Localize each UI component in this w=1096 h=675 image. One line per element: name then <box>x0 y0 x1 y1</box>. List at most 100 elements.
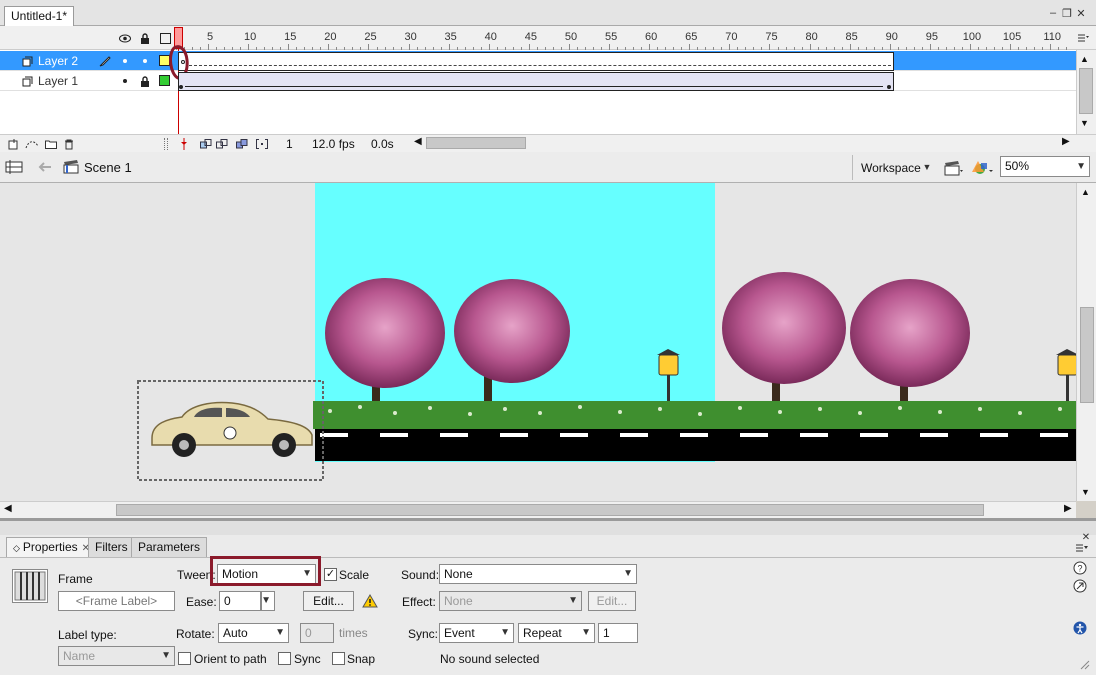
frame-label-input[interactable]: <Frame Label> <box>58 591 175 611</box>
scroll-thumb[interactable] <box>426 137 526 149</box>
frame-rate-readout[interactable]: 12.0 fps <box>312 137 355 151</box>
add-layer-icon[interactable] <box>6 137 20 151</box>
scroll-up-icon[interactable]: ▲ <box>1081 187 1090 197</box>
edit-multiple-frames-icon[interactable] <box>235 137 249 151</box>
scroll-left-icon[interactable]: ◀ <box>414 136 422 147</box>
document-tab[interactable]: Untitled-1* <box>4 6 75 26</box>
stage-vscroll[interactable]: ▲ ▼ <box>1076 183 1096 501</box>
help-icon[interactable]: ? <box>1072 560 1088 576</box>
scale-checkbox[interactable]: ✓ <box>324 568 337 581</box>
eye-icon[interactable] <box>118 31 132 45</box>
scroll-thumb[interactable] <box>1080 307 1094 403</box>
ruler-tick <box>889 44 891 50</box>
back-arrow-icon[interactable] <box>36 158 54 176</box>
repeat-select[interactable]: Repeat ▼ <box>518 623 595 643</box>
center-frame-icon[interactable] <box>179 137 189 151</box>
keyframe-dot[interactable] <box>887 85 891 89</box>
frame-ruler[interactable]: 5 10 15 20 25 30 35 40 45 50 55 60 65 70 75 80 85 90 95 100… <box>172 26 1074 50</box>
rotate-select[interactable]: Auto ▼ <box>218 623 289 643</box>
zoom-select[interactable]: 50% ▼ <box>1000 156 1090 177</box>
scroll-thumb[interactable] <box>116 504 984 516</box>
scene-name[interactable]: Scene 1 <box>84 160 132 175</box>
visibility-dot[interactable] <box>123 59 127 63</box>
resize-grip-icon[interactable] <box>1080 659 1090 670</box>
scroll-down-icon[interactable]: ▼ <box>1080 118 1089 128</box>
broken-tween-line <box>189 65 891 66</box>
onion-skin-icon[interactable] <box>199 137 213 151</box>
workspace-dropdown-icon[interactable]: ▼ <box>922 161 932 173</box>
effect-select[interactable]: None ▼ <box>439 591 582 611</box>
ruler-tick <box>552 47 554 50</box>
workspace-menu[interactable]: Workspace <box>861 161 921 175</box>
timeline-hscroll[interactable]: ◀ ▶ <box>410 135 1076 152</box>
warning-icon[interactable] <box>361 593 379 609</box>
sync-select[interactable]: Event ▼ <box>439 623 514 643</box>
tab-parameters[interactable]: Parameters <box>131 537 208 557</box>
ruler-tick <box>216 47 218 50</box>
ease-input[interactable]: 0 <box>219 591 261 611</box>
edit-scene-icon[interactable] <box>942 158 966 178</box>
layer-name-label[interactable]: Layer 2 <box>38 54 78 68</box>
scroll-right-icon[interactable]: ▶ <box>1064 503 1072 514</box>
layer-2-frame-span[interactable] <box>178 52 894 71</box>
minimize-icon[interactable]: ‒ <box>1046 6 1060 20</box>
layer-1-frame-span[interactable] <box>178 72 894 91</box>
snap-checkbox[interactable] <box>332 652 345 665</box>
label-type-label: Label type: <box>58 628 117 642</box>
ruler-tick <box>649 44 651 50</box>
modify-onion-markers-icon[interactable] <box>255 137 269 151</box>
edit-accessibility-icon[interactable] <box>1072 578 1088 594</box>
panel-menu-icon[interactable] <box>1074 542 1092 554</box>
add-motion-guide-icon[interactable] <box>24 137 40 151</box>
zoom-value: 50% <box>1005 159 1030 173</box>
scroll-down-icon[interactable]: ▼ <box>1081 487 1090 497</box>
layer-color-swatch[interactable] <box>159 75 170 86</box>
keyframe-dot[interactable] <box>179 85 183 89</box>
layer-name-label[interactable]: Layer 1 <box>38 74 78 88</box>
sync-checkbox[interactable] <box>278 652 291 665</box>
scene-clapper-icon <box>62 158 80 176</box>
stage-hscroll[interactable]: ◀ ▶ <box>0 501 1076 518</box>
edit-symbols-icon[interactable] <box>970 158 996 178</box>
scroll-left-icon[interactable]: ◀ <box>4 503 12 514</box>
timeline-menu-icon[interactable] <box>1076 31 1092 45</box>
restore-icon[interactable]: ❐ <box>1060 6 1074 20</box>
repeat-count-input[interactable]: 1 <box>598 623 638 643</box>
effect-edit-button[interactable]: Edit... <box>588 591 636 611</box>
panel-grip[interactable] <box>0 521 1096 535</box>
ruler-tick <box>897 47 899 50</box>
tab-filters[interactable]: Filters <box>88 537 135 557</box>
stage-pasteboard[interactable] <box>0 183 1076 501</box>
ruler-tick <box>208 44 210 50</box>
close-icon[interactable]: ✕ <box>1074 6 1088 20</box>
lock-icon[interactable] <box>138 31 152 45</box>
rotate-times-input[interactable]: 0 <box>300 623 334 643</box>
ease-slider-toggle[interactable]: ▼ <box>261 591 275 611</box>
timeline-vscroll[interactable]: ▲ ▼ <box>1076 50 1096 134</box>
ruler-tick <box>536 47 538 50</box>
lock-dot[interactable] <box>143 59 147 63</box>
orient-to-path-checkbox[interactable] <box>178 652 191 665</box>
edit-bar: Scene 1 Workspace ▼ 50% ▼ <box>0 152 1096 183</box>
accessibility-icon[interactable] <box>1072 620 1088 636</box>
ruler-tick <box>849 44 851 50</box>
scroll-up-icon[interactable]: ▲ <box>1080 54 1089 64</box>
scroll-right-icon[interactable]: ▶ <box>1062 136 1070 147</box>
sound-select[interactable]: None ▼ <box>439 564 637 584</box>
lock-icon[interactable] <box>138 74 152 88</box>
label-type-select[interactable]: Name ▼ <box>58 646 175 666</box>
ruler-tick <box>729 44 731 50</box>
ruler-tick <box>240 47 242 50</box>
car-symbol[interactable] <box>151 401 313 457</box>
onion-skin-outlines-icon[interactable] <box>215 137 229 151</box>
tab-properties[interactable]: ◇ Properties ✕ <box>6 537 98 557</box>
panel-divider-grip[interactable] <box>164 138 168 150</box>
edit-ease-button[interactable]: Edit... <box>303 591 354 611</box>
insert-folder-icon[interactable] <box>44 137 58 151</box>
ruler-tick <box>1058 47 1060 50</box>
delete-layer-icon[interactable] <box>62 137 76 151</box>
visibility-dot[interactable] <box>123 79 127 83</box>
timeline-toggle-icon[interactable] <box>4 158 24 176</box>
scroll-thumb[interactable] <box>1079 68 1093 114</box>
ruler-tick <box>504 47 506 50</box>
